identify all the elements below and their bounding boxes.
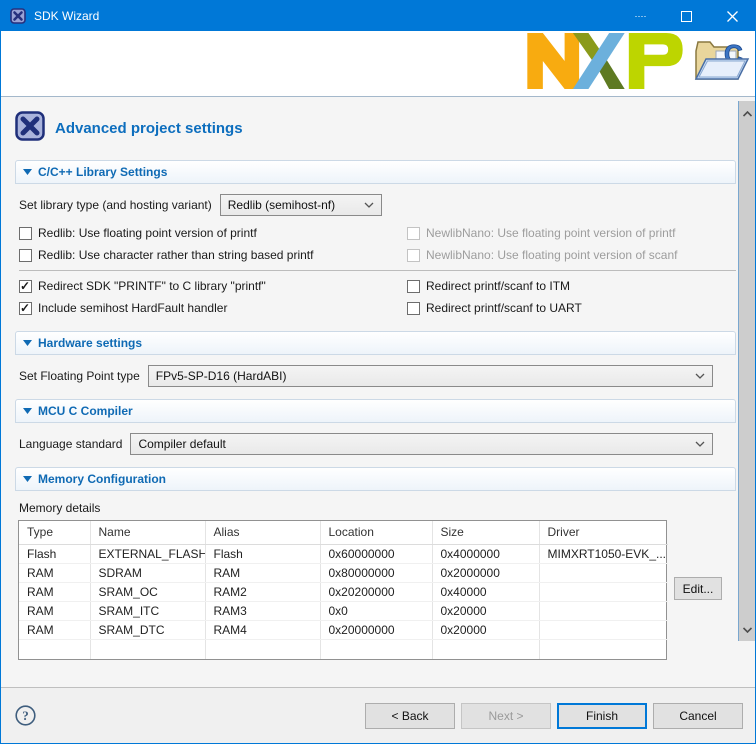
library-type-label: Set library type (and hosting variant) [19,198,212,212]
language-standard-combobox[interactable]: Compiler default [130,433,713,455]
language-standard-label: Language standard [19,437,123,451]
section-mcu-c-compiler-header[interactable]: MCU C Compiler [15,399,736,423]
dialog-button-bar: ? < Back Next > Finish Cancel [1,687,755,743]
back-button[interactable]: < Back [365,702,455,729]
app-x-icon [10,8,26,24]
memory-table-header-row: Type Name Alias Location Size Driver [19,521,668,545]
checkbox-box [19,248,32,262]
column-header-size[interactable]: Size [432,521,540,545]
section-hardware-settings-header[interactable]: Hardware settings [15,331,736,355]
nxp-logo [526,32,684,95]
collapse-triangle-icon [23,163,32,181]
minimize-button[interactable] [617,1,663,31]
section-library-settings-header[interactable]: C/C++ Library Settings [15,160,736,184]
mcuxpresso-x-icon [15,111,45,146]
collapse-triangle-icon [23,402,32,420]
language-standard-value: Compiler default [138,437,226,451]
help-button[interactable]: ? [14,705,36,727]
section-title: Memory Configuration [38,472,166,486]
column-header-driver[interactable]: Driver [539,521,668,545]
wizard-page-content: Advanced project settings C/C++ Library … [1,97,755,687]
table-row[interactable]: RAM SRAM_OC RAM2 0x20200000 0x40000 [19,582,668,602]
checkbox-redirect-sdk-printf[interactable]: Redirect SDK "PRINTF" to C library "prin… [19,275,393,297]
checkbox-box [407,226,420,240]
c-project-folder-icon: C [690,33,750,94]
checkbox-box [407,301,420,315]
memory-table: Type Name Alias Location Size Driver Fla… [18,520,668,660]
maximize-button[interactable] [663,1,709,31]
column-header-name[interactable]: Name [90,521,206,545]
checkbox-redlib-float-printf[interactable]: Redlib: Use floating point version of pr… [19,222,393,244]
page-heading: Advanced project settings [15,111,736,146]
floating-point-combobox[interactable]: FPv5-SP-D16 (HardABI) [147,365,713,387]
table-row[interactable]: RAM SRAM_DTC RAM4 0x20000000 0x20000 [19,620,668,640]
scroll-up-icon[interactable] [742,104,752,122]
checkbox-box [19,301,32,315]
page-title: Advanced project settings [55,120,243,137]
floating-point-label: Set Floating Point type [19,369,140,383]
svg-text:?: ? [22,708,29,723]
memory-details-label: Memory details [19,501,101,515]
chevron-down-icon [364,202,374,208]
floating-point-value: FPv5-SP-D16 (HardABI) [155,369,287,383]
wizard-banner: C [1,31,755,97]
edit-button[interactable]: Edit... [674,577,722,600]
table-row[interactable]: RAM SDRAM RAM 0x80000000 0x2000000 [19,563,668,583]
checkbox-newlibnano-float-printf[interactable]: NewlibNano: Use floating point version o… [407,222,722,244]
scroll-down-icon[interactable] [742,620,752,638]
chevron-down-icon [695,441,705,447]
collapse-triangle-icon [23,470,32,488]
collapse-triangle-icon [23,334,32,352]
column-header-location[interactable]: Location [320,521,433,545]
section-title: MCU C Compiler [38,404,133,418]
table-row[interactable]: RAM SRAM_ITC RAM3 0x0 0x20000 [19,601,668,621]
checkbox-newlibnano-float-scanf[interactable]: NewlibNano: Use floating point version o… [407,244,722,266]
sdk-wizard-dialog: SDK Wizard C Advanced project settings C… [0,0,756,744]
title-bar: SDK Wizard [1,1,755,31]
finish-button[interactable]: Finish [557,702,647,729]
vertical-scrollbar[interactable] [738,101,755,641]
checkbox-box [407,279,420,293]
library-type-value: Redlib (semihost-nf) [227,198,336,212]
checkbox-redirect-uart[interactable]: Redirect printf/scanf to UART [407,297,722,319]
checkbox-semihost-hardfault[interactable]: Include semihost HardFault handler [19,297,393,319]
table-row[interactable]: Flash EXTERNAL_FLASH Flash 0x60000000 0x… [19,544,668,564]
checkbox-redirect-itm[interactable]: Redirect printf/scanf to ITM [407,275,722,297]
column-header-type[interactable]: Type [19,521,91,545]
window-title: SDK Wizard [34,9,100,23]
section-title: C/C++ Library Settings [38,165,168,179]
table-empty-row [19,639,668,659]
close-button[interactable] [709,1,755,31]
library-type-combobox[interactable]: Redlib (semihost-nf) [219,194,382,216]
cancel-button[interactable]: Cancel [653,702,743,729]
checkbox-box [19,279,32,293]
checkbox-box [19,226,32,240]
checkbox-box [407,248,420,262]
chevron-down-icon [695,373,705,379]
column-header-alias[interactable]: Alias [205,521,321,545]
next-button[interactable]: Next > [461,702,551,729]
section-memory-configuration-header[interactable]: Memory Configuration [15,467,736,491]
checkbox-redlib-char-printf[interactable]: Redlib: Use character rather than string… [19,244,393,266]
section-title: Hardware settings [38,336,143,350]
